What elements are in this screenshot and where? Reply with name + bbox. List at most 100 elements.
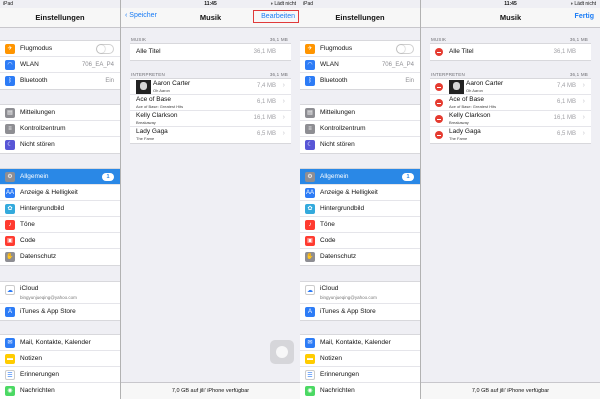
settings-item-hintergrundbild[interactable]: ✿ Hintergrundbild [300,201,420,217]
artist-size: 7,4 MB [556,83,576,89]
settings-item-label: Kontrollzentrum [320,125,366,132]
settings-item-nicht-stören[interactable]: ☾ Nicht stören [300,137,420,153]
artist-size: 6,1 MB [256,99,276,105]
gear-icon: ⚙ [5,172,15,182]
delete-minus-icon[interactable] [435,83,443,91]
settings-item-mitteilungen[interactable]: ▤ Mitteilungen [300,105,420,121]
settings-item-code[interactable]: ▣ Code [300,233,420,249]
lock-icon: ▣ [5,236,15,246]
artist-row[interactable]: Aaron Carter Oh Aaron 7,4 MB › [130,79,291,95]
settings-item-value: Ein [405,78,414,84]
settings-item-datenschutz[interactable]: ✋ Datenschutz [0,249,120,265]
bluetooth-icon: ᛒ [305,76,315,86]
settings-item-flugmodus[interactable]: ✈ Flugmodus [300,41,420,57]
settings-item-icloud[interactable]: ☁ iCloud bingyunjueqing@yahoo.com [0,282,120,304]
delete-minus-icon[interactable] [435,99,443,107]
settings-item-anzeige-helligkeit[interactable]: AA Anzeige & Helligkeit [0,185,120,201]
settings-item-allgemein[interactable]: ⚙ Allgemein 1 [300,169,420,185]
settings-item-nachrichten[interactable]: ◉ Nachrichten [300,383,420,399]
all-titles-row[interactable]: Alle Titel 36,1 MB [430,44,591,60]
settings-item-töne[interactable]: ♪ Töne [300,217,420,233]
all-titles-row[interactable]: Alle Titel 36,1 MB [130,44,291,60]
settings-group-notifications: ▤ Mitteilungen ≡ Kontrollzentrum ☾ Nicht stör… [0,104,120,154]
settings-item-wlan[interactable]: ◠ WLAN 706_EA_P4 [300,57,420,73]
app-store-icon: A [305,307,315,317]
settings-item-mail-kontakte-kalender[interactable]: ✉ Mail, Kontakte, Kalender [0,335,120,351]
settings-group-apps: ✉ Mail, Kontakte, Kalender ▬ Notizen ☰ Erinne… [300,334,420,399]
settings-item-datenschutz[interactable]: ✋ Datenschutz [300,249,420,265]
settings-item-kontrollzentrum[interactable]: ≡ Kontrollzentrum [0,121,120,137]
settings-item-label: Nachrichten [20,387,55,394]
delete-minus-icon[interactable] [435,115,443,123]
lock-icon: ▣ [305,236,315,246]
settings-item-label: Nicht stören [20,141,55,148]
status-bar: 11:45 ◑ Lädt nicht [421,0,600,8]
settings-item-töne[interactable]: ♪ Töne [0,217,120,233]
settings-item-notizen[interactable]: ▬ Notizen [0,351,120,367]
assistive-touch-button[interactable] [270,340,294,364]
settings-item-erinnerungen[interactable]: ☰ Erinnerungen [0,367,120,383]
settings-item-label: iTunes & App Store [320,308,376,315]
artist-row[interactable]: Ace of Base Ace of Base: Greatest Hits 6,1… [130,95,291,111]
chevron-right-icon: › [282,82,285,89]
settings-item-label: WLAN [320,61,339,68]
notifications-icon: ▤ [305,108,315,118]
notes-icon: ▬ [305,354,315,364]
settings-item-mitteilungen[interactable]: ▤ Mitteilungen [0,105,120,121]
settings-item-kontrollzentrum[interactable]: ≡ Kontrollzentrum [300,121,420,137]
artist-row[interactable]: Kelly Clarkson Breakaway 16,1 MB › [130,111,291,127]
delete-minus-icon[interactable] [435,48,443,56]
settings-item-bluetooth[interactable]: ᛒ Bluetooth Ein [300,73,420,89]
brightness-icon: AA [5,188,15,198]
settings-item-nachrichten[interactable]: ◉ Nachrichten [0,383,120,399]
settings-item-label: iCloud [320,285,339,292]
settings-nav-bar: Einstellungen [300,8,420,28]
reminders-icon: ☰ [305,370,315,380]
artist-size: 16,1 MB [553,115,576,121]
device-label: iPad [3,1,14,7]
settings-item-wlan[interactable]: ◠ WLAN 706_EA_P4 [0,57,120,73]
settings-item-itunes-app-store[interactable]: AiTunes & App Store [300,304,420,320]
settings-item-value: 706_EA_P4 [81,62,114,68]
settings-item-itunes-app-store[interactable]: AiTunes & App Store [0,304,120,320]
artist-row[interactable]: Lady Gaga The Fame 6,5 MB › [130,127,291,143]
artist-row[interactable]: Kelly Clarkson Breakaway 16,1 MB › [430,111,591,127]
settings-group-accounts: ☁ iCloud bingyunjueqing@yahoo.com AiTunes &… [300,281,420,321]
artist-row[interactable]: Lady Gaga The Fame 6,5 MB › [430,127,591,143]
artist-row[interactable]: Aaron Carter Oh Aaron 7,4 MB › [430,79,591,95]
settings-item-label: Töne [320,221,335,228]
delete-minus-icon[interactable] [435,131,443,139]
airplane-mode-toggle[interactable] [96,44,114,54]
airplane-mode-toggle[interactable] [396,44,414,54]
messages-icon: ◉ [5,386,15,396]
moon-icon: ☾ [305,140,315,150]
settings-item-label: WLAN [20,61,39,68]
settings-item-notizen[interactable]: ▬ Notizen [300,351,420,367]
settings-item-label: Kontrollzentrum [20,125,66,132]
settings-item-mail-kontakte-kalender[interactable]: ✉ Mail, Kontakte, Kalender [300,335,420,351]
settings-item-anzeige-helligkeit[interactable]: AA Anzeige & Helligkeit [300,185,420,201]
artist-size: 6,5 MB [256,131,276,137]
done-button[interactable]: Fertig [575,13,594,20]
airplane-icon: ✈ [5,44,15,54]
settings-item-label: iCloud [20,285,39,292]
settings-item-code[interactable]: ▣ Code [0,233,120,249]
settings-item-allgemein[interactable]: ⚙ Allgemein 1 [0,169,120,185]
artist-size: 16,1 MB [253,115,276,121]
settings-item-flugmodus[interactable]: ✈ Flugmodus [0,41,120,57]
settings-item-erinnerungen[interactable]: ☰ Erinnerungen [300,367,420,383]
musik-section-size: 36,1 MB [269,37,288,42]
sound-icon: ♪ [305,220,315,230]
settings-item-bluetooth[interactable]: ᛒ Bluetooth Ein [0,73,120,89]
artist-row[interactable]: Ace of Base Ace of Base: Greatest Hits 6,1… [430,95,591,111]
settings-item-icloud[interactable]: ☁ iCloud bingyunjueqing@yahoo.com [300,282,420,304]
all-titles-label: Alle Titel [136,48,161,55]
settings-item-label: Datenschutz [320,253,357,260]
wifi-icon: ◠ [5,60,15,70]
settings-item-label: Bluetooth [20,77,48,84]
settings-item-hintergrundbild[interactable]: ✿ Hintergrundbild [0,201,120,217]
settings-item-nicht-stören[interactable]: ☾ Nicht stören [0,137,120,153]
settings-item-label: Flugmodus [20,45,53,52]
chevron-right-icon: › [282,98,285,105]
icloud-account-email: bingyunjueqing@yahoo.com [20,295,77,300]
